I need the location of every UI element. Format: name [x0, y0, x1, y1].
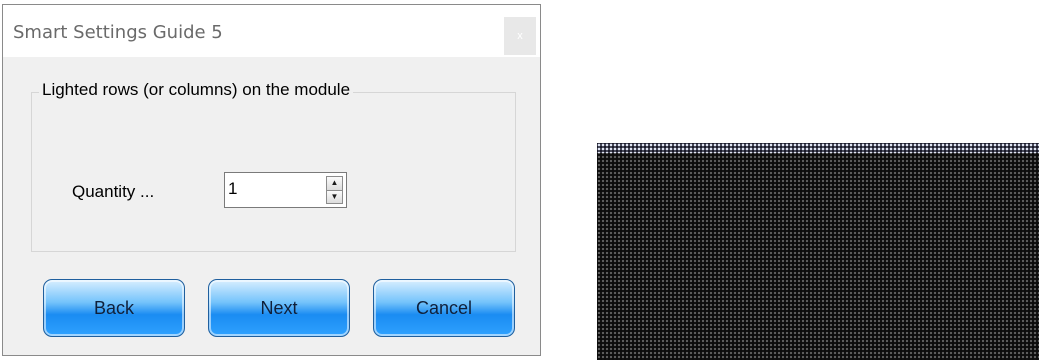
- dialog-title: Smart Settings Guide 5: [13, 22, 223, 43]
- next-button[interactable]: Next: [208, 279, 350, 337]
- arrow-down-icon: ▼: [330, 191, 339, 201]
- close-button[interactable]: x: [504, 17, 536, 55]
- title-bar: Smart Settings Guide 5 x: [3, 5, 540, 57]
- led-module-photo: [597, 143, 1039, 360]
- back-button[interactable]: Back: [43, 279, 185, 337]
- quantity-label: Quantity ...: [72, 182, 155, 201]
- spin-up-button[interactable]: ▲: [326, 176, 343, 191]
- spin-down-button[interactable]: ▼: [326, 190, 343, 204]
- spin-buttons: ▲ ▼: [326, 176, 343, 204]
- quantity-stepper[interactable]: ▲ ▼: [224, 172, 347, 208]
- group-label: Lighted rows (or columns) on the module: [39, 80, 354, 100]
- close-icon: x: [517, 29, 523, 42]
- cancel-button[interactable]: Cancel: [373, 279, 515, 337]
- arrow-up-icon: ▲: [330, 178, 339, 188]
- quantity-input[interactable]: [228, 175, 314, 203]
